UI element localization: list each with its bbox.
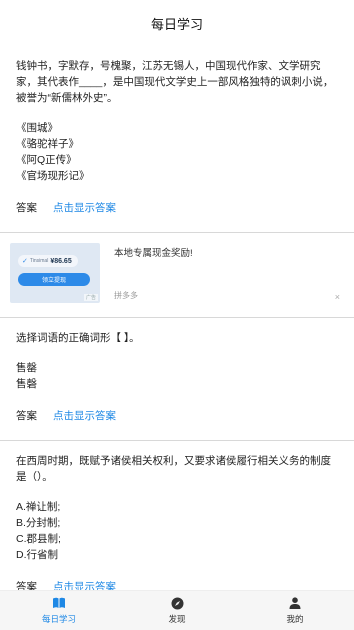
tab-label: 发现	[168, 614, 186, 624]
question-text: 选择词语的正确词形【 】。	[16, 332, 140, 344]
question-list[interactable]: 钱钟书，字默存，号槐聚，江苏无锡人，中国现代作家、文学研究家，其代表作____，…	[0, 46, 354, 590]
option-item: 《阿Q正传》	[16, 154, 77, 166]
show-answer-link[interactable]: 点击显示答案	[53, 579, 116, 590]
check-icon: ✓	[22, 258, 28, 265]
ad-title[interactable]: 本地专属现金奖励!	[114, 245, 344, 259]
tab-mine[interactable]: 我的	[236, 591, 354, 630]
nav-bar: 每日学习	[0, 0, 354, 46]
tab-label: 每日学习	[41, 614, 76, 624]
answer-label: 答案	[16, 410, 37, 422]
tab-daily-study[interactable]: 每日学习	[0, 591, 118, 630]
tab-discover[interactable]: 发现	[118, 591, 236, 630]
ad-amount: ¥86.65	[50, 257, 72, 265]
answer-row: 答案 点击显示答案	[16, 579, 338, 590]
option-item: D.行省制	[16, 549, 58, 561]
show-answer-link[interactable]: 点击显示答案	[53, 408, 116, 423]
compass-icon	[170, 596, 184, 610]
question-card: 选择词语的正确词形【 】。 售罄 售磬 答案 点击显示答案	[0, 318, 354, 440]
page-title: 每日学习	[150, 16, 203, 32]
question-card: 在西周时期，既赋予诸侯相关权利，又要求诸侯履行相关义务的制度是（）。 A.禅让制…	[0, 441, 354, 590]
option-item: B.分封制;	[16, 517, 61, 529]
option-item: 售磬	[16, 378, 37, 390]
answer-row: 答案 点击显示答案	[16, 200, 338, 232]
options-list: A.禅让制; B.分封制; C.郡县制; D.行省制	[16, 499, 338, 563]
option-item: A.禅让制;	[16, 501, 61, 513]
tab-label: 我的	[286, 614, 304, 624]
close-icon[interactable]: ×	[335, 292, 340, 302]
answer-label: 答案	[16, 202, 37, 214]
question-text: 钱钟书，字默存，号槐聚，江苏无锡人，中国现代作家、文学研究家，其代表作____，…	[16, 60, 334, 104]
ad-tag: 广告	[83, 294, 98, 301]
show-answer-link[interactable]: 点击显示答案	[53, 200, 116, 215]
answer-row: 答案 点击显示答案	[16, 408, 338, 440]
person-icon	[288, 596, 302, 610]
ad-amount-pill: ✓ Tinsimal ¥86.65	[18, 255, 78, 267]
ad-source: 拼多多	[114, 291, 138, 300]
question-text: 在西周时期，既赋予诸侯相关权利，又要求诸侯履行相关义务的制度是（）。	[16, 455, 331, 483]
ad-banner[interactable]: ✓ Tinsimal ¥86.65 领立提现 广告 本地专属现金奖励! 拼多多 …	[0, 233, 354, 317]
option-item: C.郡县制;	[16, 533, 61, 545]
question-card: 钱钟书，字默存，号槐聚，江苏无锡人，中国现代作家、文学研究家，其代表作____，…	[0, 46, 354, 232]
option-item: 售罄	[16, 362, 37, 374]
options-list: 售罄 售磬	[16, 360, 338, 392]
answer-label: 答案	[16, 581, 37, 590]
options-list: 《围城》 《骆驼祥子》 《阿Q正传》 《官场现形记》	[16, 120, 338, 184]
option-item: 《官场现形记》	[16, 170, 90, 182]
ad-withdraw-button[interactable]: 领立提现	[18, 273, 90, 286]
tab-bar: 每日学习 发现 我的	[0, 590, 354, 630]
option-item: 《围城》	[16, 122, 58, 134]
ad-small-text: Tinsimal	[29, 258, 49, 264]
option-item: 《骆驼祥子》	[16, 138, 79, 150]
book-icon	[52, 596, 66, 610]
ad-body[interactable]: 本地专属现金奖励! 拼多多 ×	[114, 243, 344, 307]
ad-thumbnail[interactable]: ✓ Tinsimal ¥86.65 领立提现 广告	[10, 243, 100, 303]
